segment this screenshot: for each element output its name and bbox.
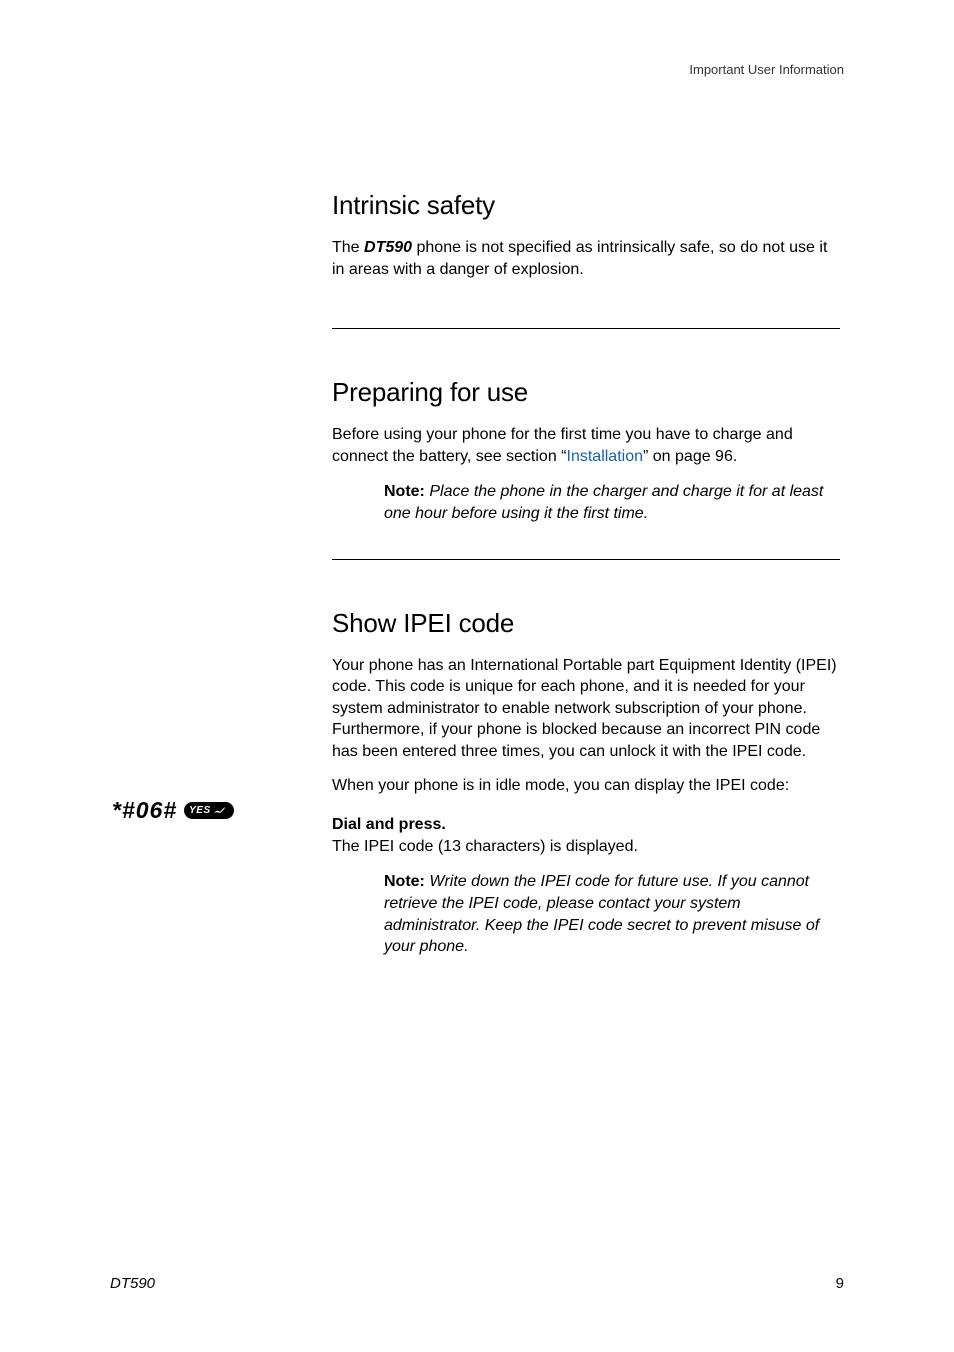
preparing-note-paragraph: Note: Place the phone in the charger and…	[384, 481, 840, 524]
heading-intrinsic-safety: Intrinsic safety	[332, 190, 840, 221]
section-intrinsic-safety: Intrinsic safety The DT590 phone is not …	[332, 190, 840, 280]
note-text: Write down the IPEI code for future use.…	[384, 873, 819, 955]
intrinsic-safety-paragraph: The DT590 phone is not specified as intr…	[332, 237, 840, 280]
dial-code-text: *#06#	[112, 797, 177, 824]
ipei-note-paragraph: Note: Write down the IPEI code for futur…	[384, 871, 840, 957]
note-label: Note:	[384, 873, 425, 890]
main-content: Intrinsic safety The DT590 phone is not …	[332, 190, 840, 958]
left-margin-dial-code: *#06# YES	[112, 797, 312, 824]
note-label: Note:	[384, 483, 425, 500]
preparing-note-block: Note: Place the phone in the charger and…	[384, 481, 840, 524]
yes-button-icon: YES	[184, 802, 234, 819]
section-show-ipei-code: Show IPEI code Your phone has an Interna…	[332, 608, 840, 958]
ipei-paragraph-2: When your phone is in idle mode, you can…	[332, 775, 840, 797]
footer-product-name: DT590	[110, 1275, 155, 1292]
page-header: Important User Information	[689, 62, 844, 77]
ipei-instruction: Dial and press. The IPEI code (13 charac…	[332, 814, 840, 857]
ipei-note-block: Note: Write down the IPEI code for futur…	[384, 871, 840, 957]
section-divider	[332, 328, 840, 329]
ipei-paragraph-1: Your phone has an International Portable…	[332, 655, 840, 763]
header-section-name: Important User Information	[689, 62, 844, 77]
note-text: Place the phone in the charger and charg…	[384, 483, 823, 522]
product-name-inline: DT590	[364, 239, 412, 256]
section-divider	[332, 559, 840, 560]
ipei-display-text: The IPEI code (13 characters) is display…	[332, 838, 638, 855]
dial-code-display: *#06# YES	[112, 797, 234, 824]
heading-ipei: Show IPEI code	[332, 608, 840, 639]
section-preparing-for-use: Preparing for use Before using your phon…	[332, 377, 840, 524]
preparing-text-after: ” on page 96.	[643, 448, 737, 465]
intrinsic-text-before: The	[332, 239, 364, 256]
footer-page-number: 9	[836, 1275, 844, 1292]
page-footer: DT590 9	[110, 1275, 844, 1292]
dial-and-press-label: Dial and press.	[332, 816, 446, 833]
heading-preparing: Preparing for use	[332, 377, 840, 408]
installation-link[interactable]: Installation	[567, 448, 644, 465]
preparing-paragraph: Before using your phone for the first ti…	[332, 424, 840, 467]
